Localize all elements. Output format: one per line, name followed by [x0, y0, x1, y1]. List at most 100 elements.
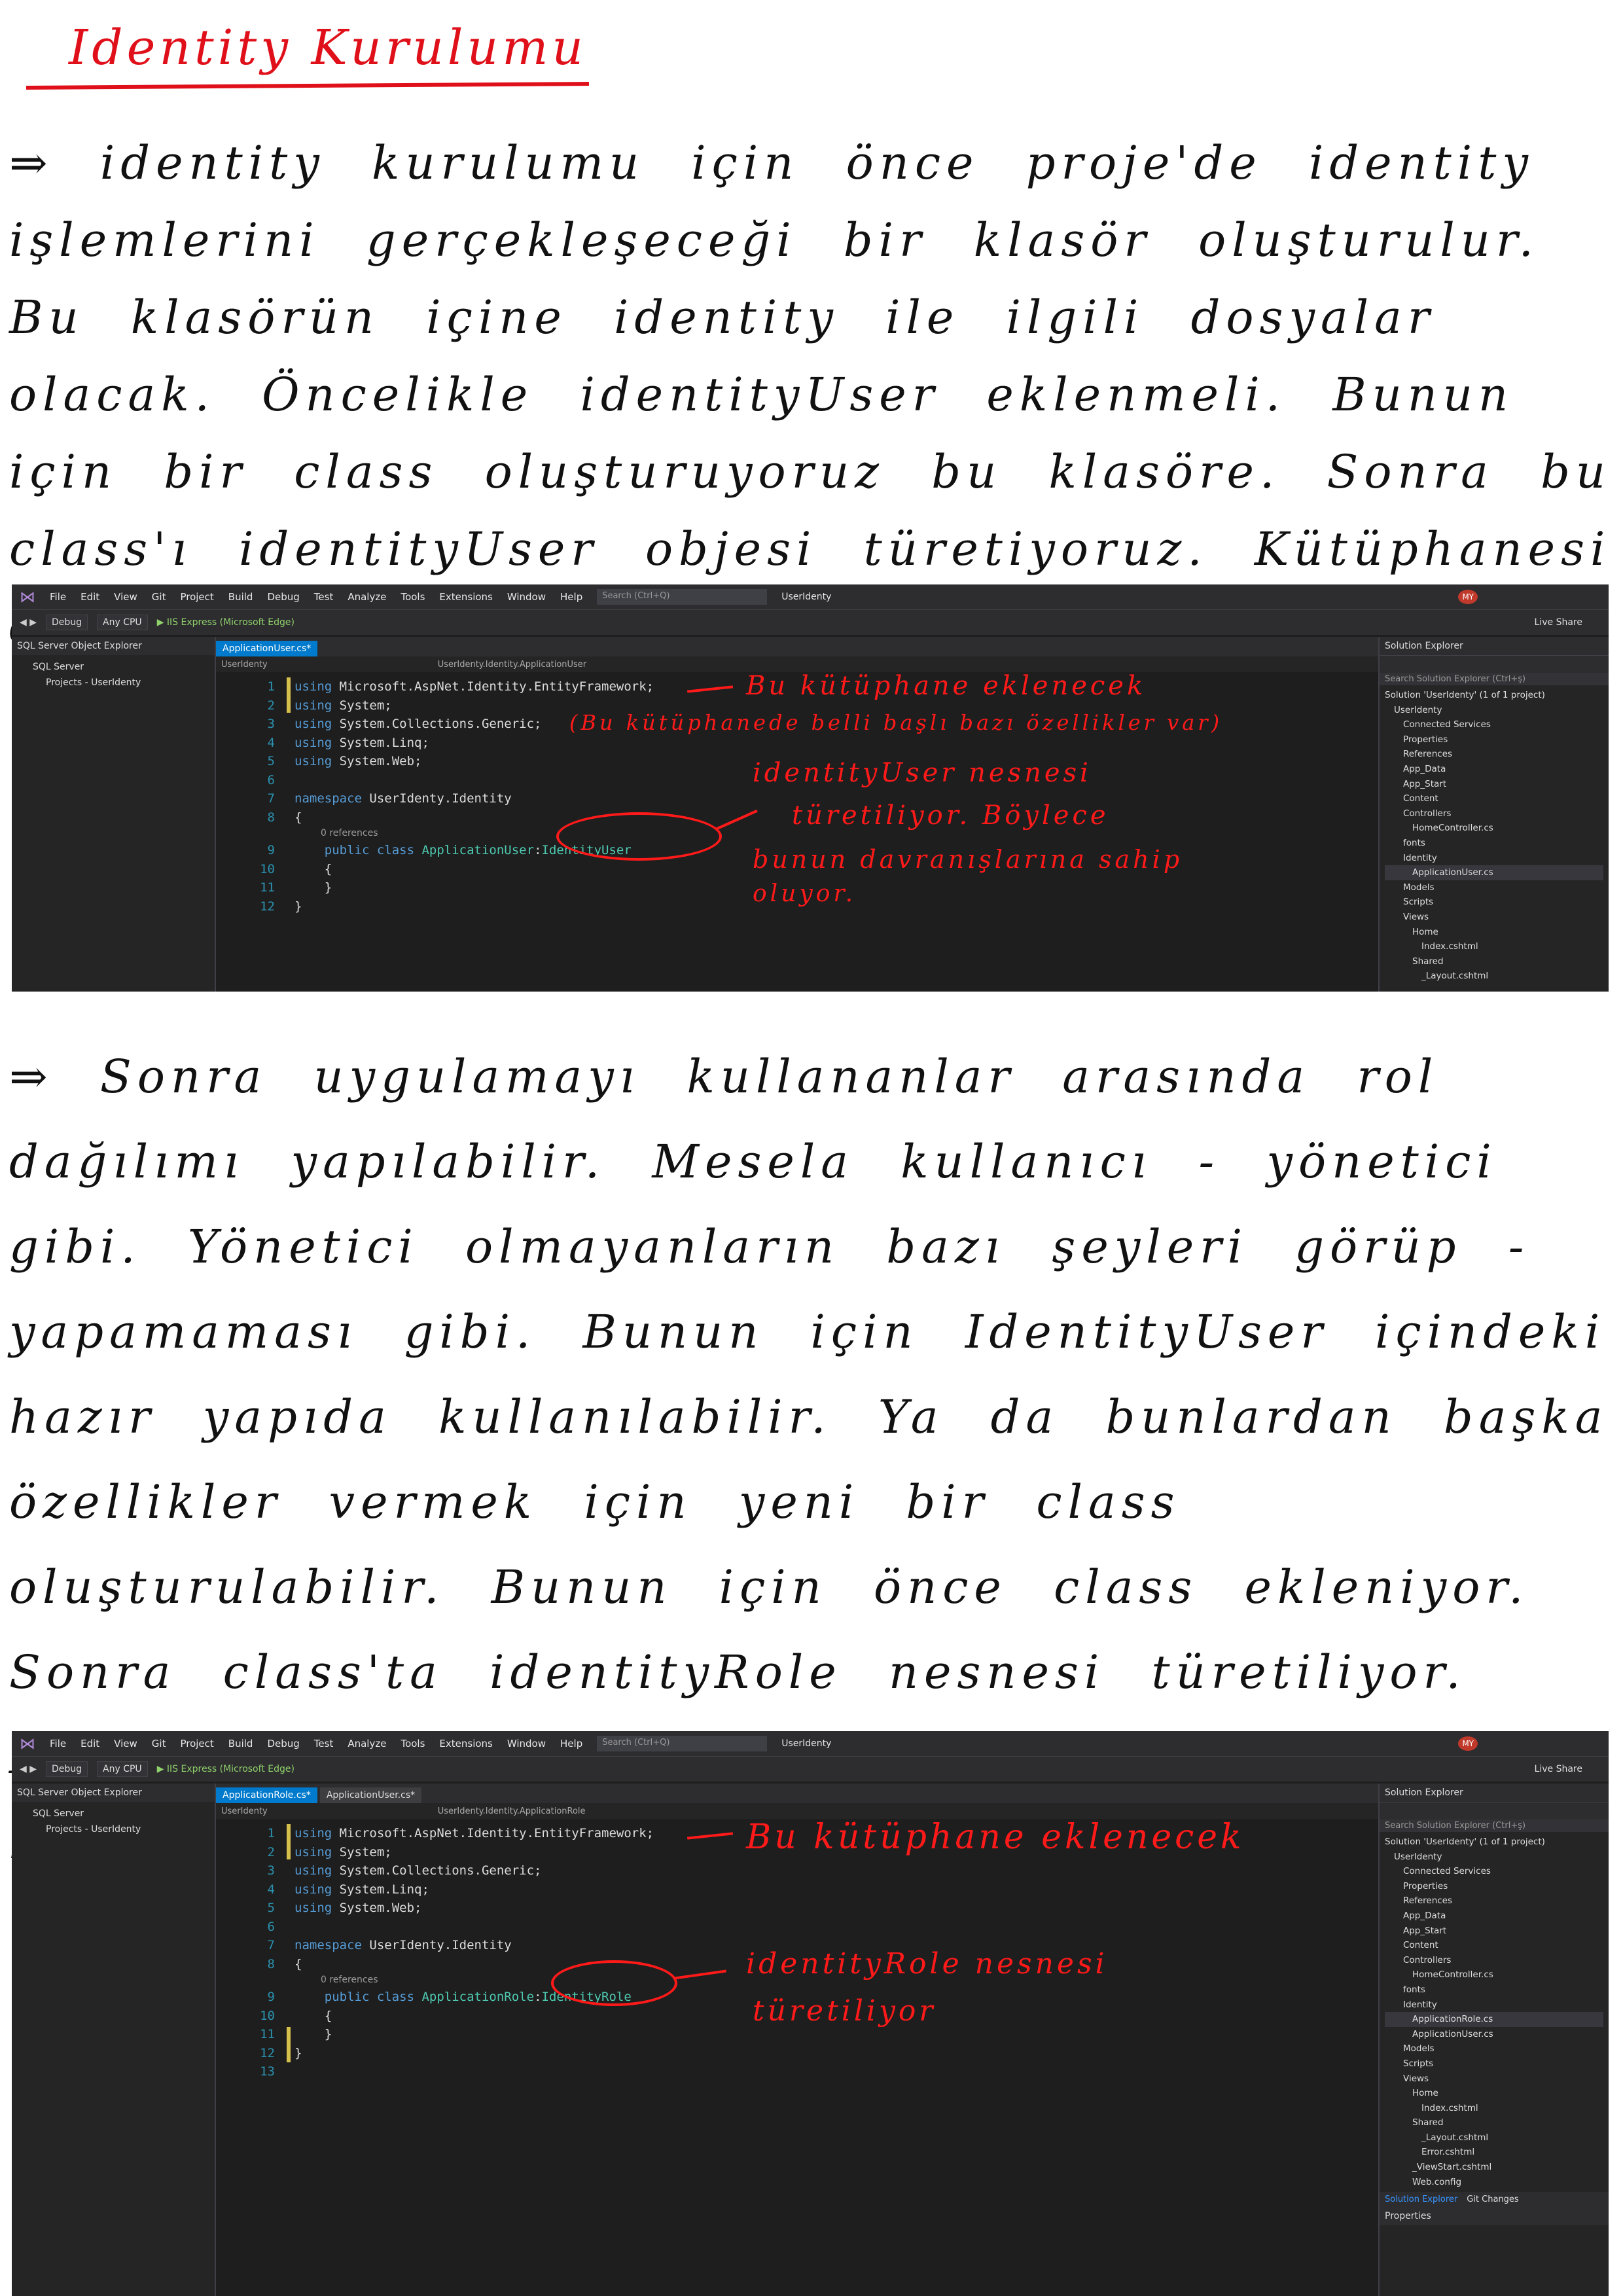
tree-item-sql-server[interactable]: SQL Server — [20, 659, 207, 675]
solution-tree-item[interactable]: ApplicationUser.cs — [1385, 865, 1603, 880]
references-codelens[interactable]: 0 references — [321, 824, 378, 843]
nav-class[interactable]: UserIdenty.Identity.ApplicationRole — [438, 1806, 586, 1816]
menu-item[interactable]: Tools — [401, 1738, 425, 1749]
solution-tree-item[interactable]: Scripts — [1385, 2056, 1603, 2072]
menu-item[interactable]: Project — [180, 1738, 213, 1749]
nav-project[interactable]: UserIdenty — [221, 660, 268, 670]
menu-item[interactable]: Debug — [267, 591, 299, 603]
solution-tree-item[interactable]: Home — [1385, 925, 1603, 940]
back-icon[interactable]: ◀ ▶ — [20, 1764, 37, 1774]
solution-tree-item[interactable]: _Layout.cshtml — [1385, 2130, 1603, 2145]
menu-item[interactable]: Window — [507, 591, 546, 603]
solution-tree-item[interactable]: Content — [1385, 791, 1603, 806]
run-button[interactable]: ▶ IIS Express (Microsoft Edge) — [157, 617, 294, 628]
menu-item[interactable]: Extensions — [439, 1738, 492, 1749]
solution-tree-item[interactable]: UserIdenty — [1385, 1850, 1603, 1865]
live-share-button[interactable]: Live Share — [1535, 617, 1582, 628]
solution-tree-item[interactable]: ApplicationRole.cs — [1385, 2012, 1603, 2027]
menu-item[interactable]: Help — [560, 591, 582, 603]
menu-item[interactable]: Extensions — [439, 591, 492, 603]
menu-item[interactable]: Test — [314, 591, 334, 603]
menu-item[interactable]: View — [114, 591, 137, 603]
solution-tree-item[interactable]: fonts — [1385, 836, 1603, 851]
tree-item-projects[interactable]: Projects - UserIdenty — [20, 675, 207, 691]
solution-search[interactable]: Search Solution Explorer (Ctrl+ş) — [1380, 673, 1609, 685]
menu-item[interactable]: Debug — [267, 1738, 299, 1749]
menu-item[interactable]: Test — [314, 1738, 334, 1749]
solution-tree-item[interactable]: Scripts — [1385, 895, 1603, 910]
solution-tree-item[interactable]: Shared — [1385, 954, 1603, 969]
tab-applicationrole[interactable]: ApplicationRole.cs* — [216, 1787, 317, 1803]
solution-tree-item[interactable]: Index.cshtml — [1385, 2101, 1603, 2116]
solution-tree-item[interactable]: Error.cshtml — [1385, 2145, 1603, 2160]
references-codelens[interactable]: 0 references — [321, 1971, 378, 1990]
menu-item[interactable]: View — [114, 1738, 137, 1749]
solution-tree-item[interactable]: Controllers — [1385, 1953, 1603, 1968]
menu-item[interactable]: File — [50, 1738, 66, 1749]
solution-tree-item[interactable]: Content — [1385, 1938, 1603, 1953]
solution-tree-item[interactable]: Shared — [1385, 2115, 1603, 2130]
solution-tree-item[interactable]: fonts — [1385, 1982, 1603, 1998]
menu-item[interactable]: Tools — [401, 591, 425, 603]
solution-tree-item[interactable]: Views — [1385, 2072, 1603, 2087]
solution-tree-item[interactable]: Connected Services — [1385, 1864, 1603, 1879]
solution-tree-item[interactable]: Solution 'UserIdenty' (1 of 1 project) — [1385, 688, 1603, 703]
solution-tree-item[interactable]: Controllers — [1385, 806, 1603, 821]
menu-item[interactable]: Git — [152, 1738, 166, 1749]
solution-tree-item[interactable]: _ViewStart.cshtml — [1385, 2160, 1603, 2175]
solution-tree-item[interactable]: References — [1385, 1893, 1603, 1909]
nav-class[interactable]: UserIdenty.Identity.ApplicationUser — [438, 660, 586, 670]
solution-tree-item[interactable]: _Layout.cshtml — [1385, 969, 1603, 984]
avatar[interactable]: MY — [1458, 590, 1478, 604]
solution-tree-item[interactable]: Models — [1385, 2041, 1603, 2056]
solution-tree-item[interactable]: Index.cshtml — [1385, 939, 1603, 954]
run-button[interactable]: ▶ IIS Express (Microsoft Edge) — [157, 1764, 294, 1774]
solution-tree-item[interactable]: HomeController.cs — [1385, 821, 1603, 836]
menu-item[interactable]: Edit — [80, 1738, 99, 1749]
tree-item-projects[interactable]: Projects - UserIdenty — [20, 1821, 207, 1837]
code-editor[interactable]: ApplicationRole.cs* ApplicationUser.cs* … — [216, 1784, 1378, 2296]
menu-item[interactable]: Analyze — [348, 1738, 386, 1749]
tree-item-sql-server[interactable]: SQL Server — [20, 1806, 207, 1821]
menu-item[interactable]: Help — [560, 1738, 582, 1749]
code-editor[interactable]: ApplicationUser.cs* UserIdenty UserIdent… — [216, 637, 1378, 992]
solution-tree-item[interactable]: App_Data — [1385, 762, 1603, 777]
solution-tree-item[interactable]: Web.config — [1385, 2175, 1603, 2190]
tab-solution-explorer[interactable]: Solution Explorer — [1385, 2195, 1457, 2204]
solution-tree-item[interactable]: Connected Services — [1385, 717, 1603, 732]
platform-select[interactable]: Any CPU — [97, 1761, 148, 1777]
solution-tree-item[interactable]: Properties — [1385, 1879, 1603, 1894]
menu-item[interactable]: Window — [507, 1738, 546, 1749]
search-input[interactable]: Search (Ctrl+Q) — [597, 589, 768, 605]
tab-git-changes[interactable]: Git Changes — [1467, 2195, 1518, 2204]
menu-item[interactable]: Analyze — [348, 591, 386, 603]
platform-select[interactable]: Any CPU — [97, 615, 148, 630]
menu-item[interactable]: Build — [228, 1738, 253, 1749]
menu-item[interactable]: Build — [228, 591, 253, 603]
menu-item[interactable]: Edit — [80, 591, 99, 603]
search-input[interactable]: Search (Ctrl+Q) — [597, 1736, 768, 1751]
menu-item[interactable]: Project — [180, 591, 213, 603]
tab-applicationuser[interactable]: ApplicationUser.cs* — [319, 1787, 422, 1803]
solution-tree-item[interactable]: Properties — [1385, 732, 1603, 747]
solution-tree-item[interactable]: Home — [1385, 2086, 1603, 2101]
nav-project[interactable]: UserIdenty — [221, 1806, 268, 1816]
solution-tree-item[interactable]: ApplicationUser.cs — [1385, 2027, 1603, 2042]
avatar[interactable]: MY — [1458, 1736, 1478, 1751]
menu-item[interactable]: File — [50, 591, 66, 603]
live-share-button[interactable]: Live Share — [1535, 1764, 1582, 1774]
solution-tree-item[interactable]: Models — [1385, 880, 1603, 895]
solution-tree-item[interactable]: App_Start — [1385, 777, 1603, 792]
solution-tree-item[interactable]: App_Start — [1385, 1924, 1603, 1939]
solution-tree-item[interactable]: Views — [1385, 910, 1603, 925]
tab-applicationuser[interactable]: ApplicationUser.cs* — [216, 641, 318, 656]
solution-tree-item[interactable]: UserIdenty — [1385, 703, 1603, 718]
solution-tree-item[interactable]: Solution 'UserIdenty' (1 of 1 project) — [1385, 1835, 1603, 1850]
solution-tree-item[interactable]: References — [1385, 747, 1603, 762]
config-select[interactable]: Debug — [45, 615, 88, 630]
solution-tree-item[interactable]: Identity — [1385, 851, 1603, 866]
solution-tree-item[interactable]: Identity — [1385, 1998, 1603, 2013]
solution-tree-item[interactable]: App_Data — [1385, 1909, 1603, 1924]
config-select[interactable]: Debug — [45, 1761, 88, 1777]
solution-search[interactable]: Search Solution Explorer (Ctrl+ş) — [1380, 1820, 1609, 1832]
